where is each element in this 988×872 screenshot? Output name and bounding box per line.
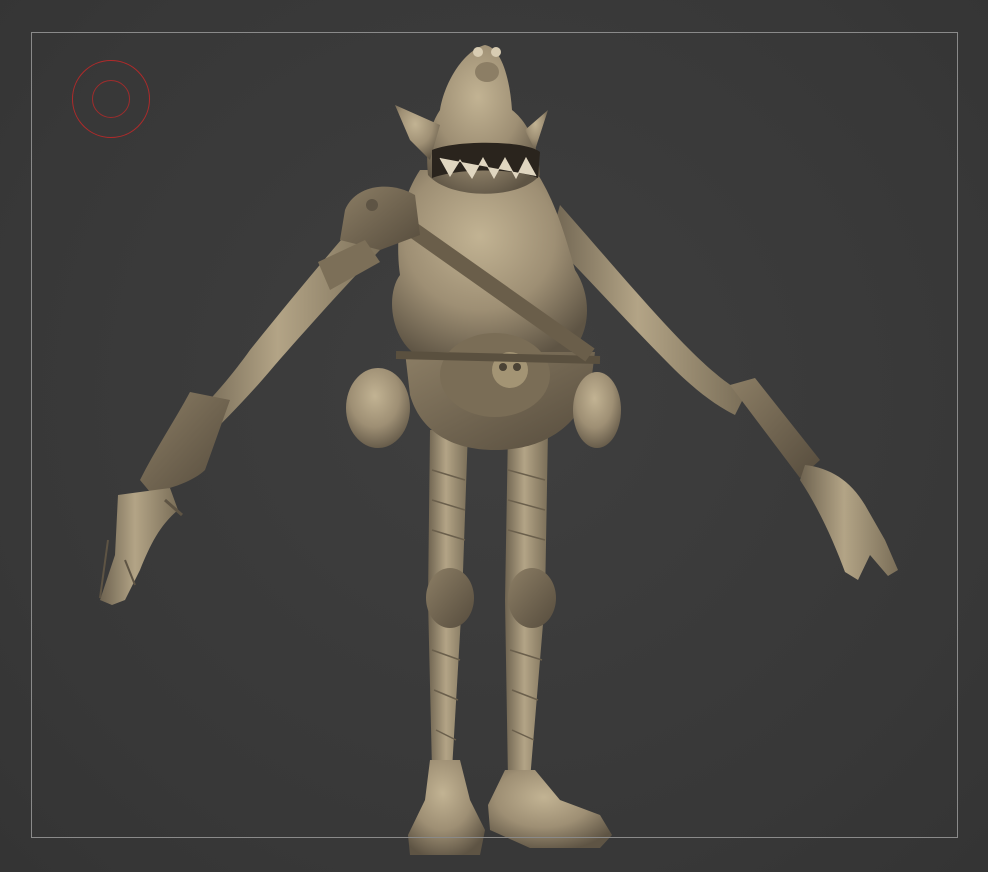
goblin-sculpt-model[interactable] xyxy=(0,0,988,872)
legs xyxy=(408,430,612,855)
brush-falloff-ring xyxy=(92,80,130,118)
head xyxy=(395,45,548,194)
brush-cursor-icon[interactable] xyxy=(72,60,150,138)
sculpt-viewport[interactable] xyxy=(0,0,988,872)
